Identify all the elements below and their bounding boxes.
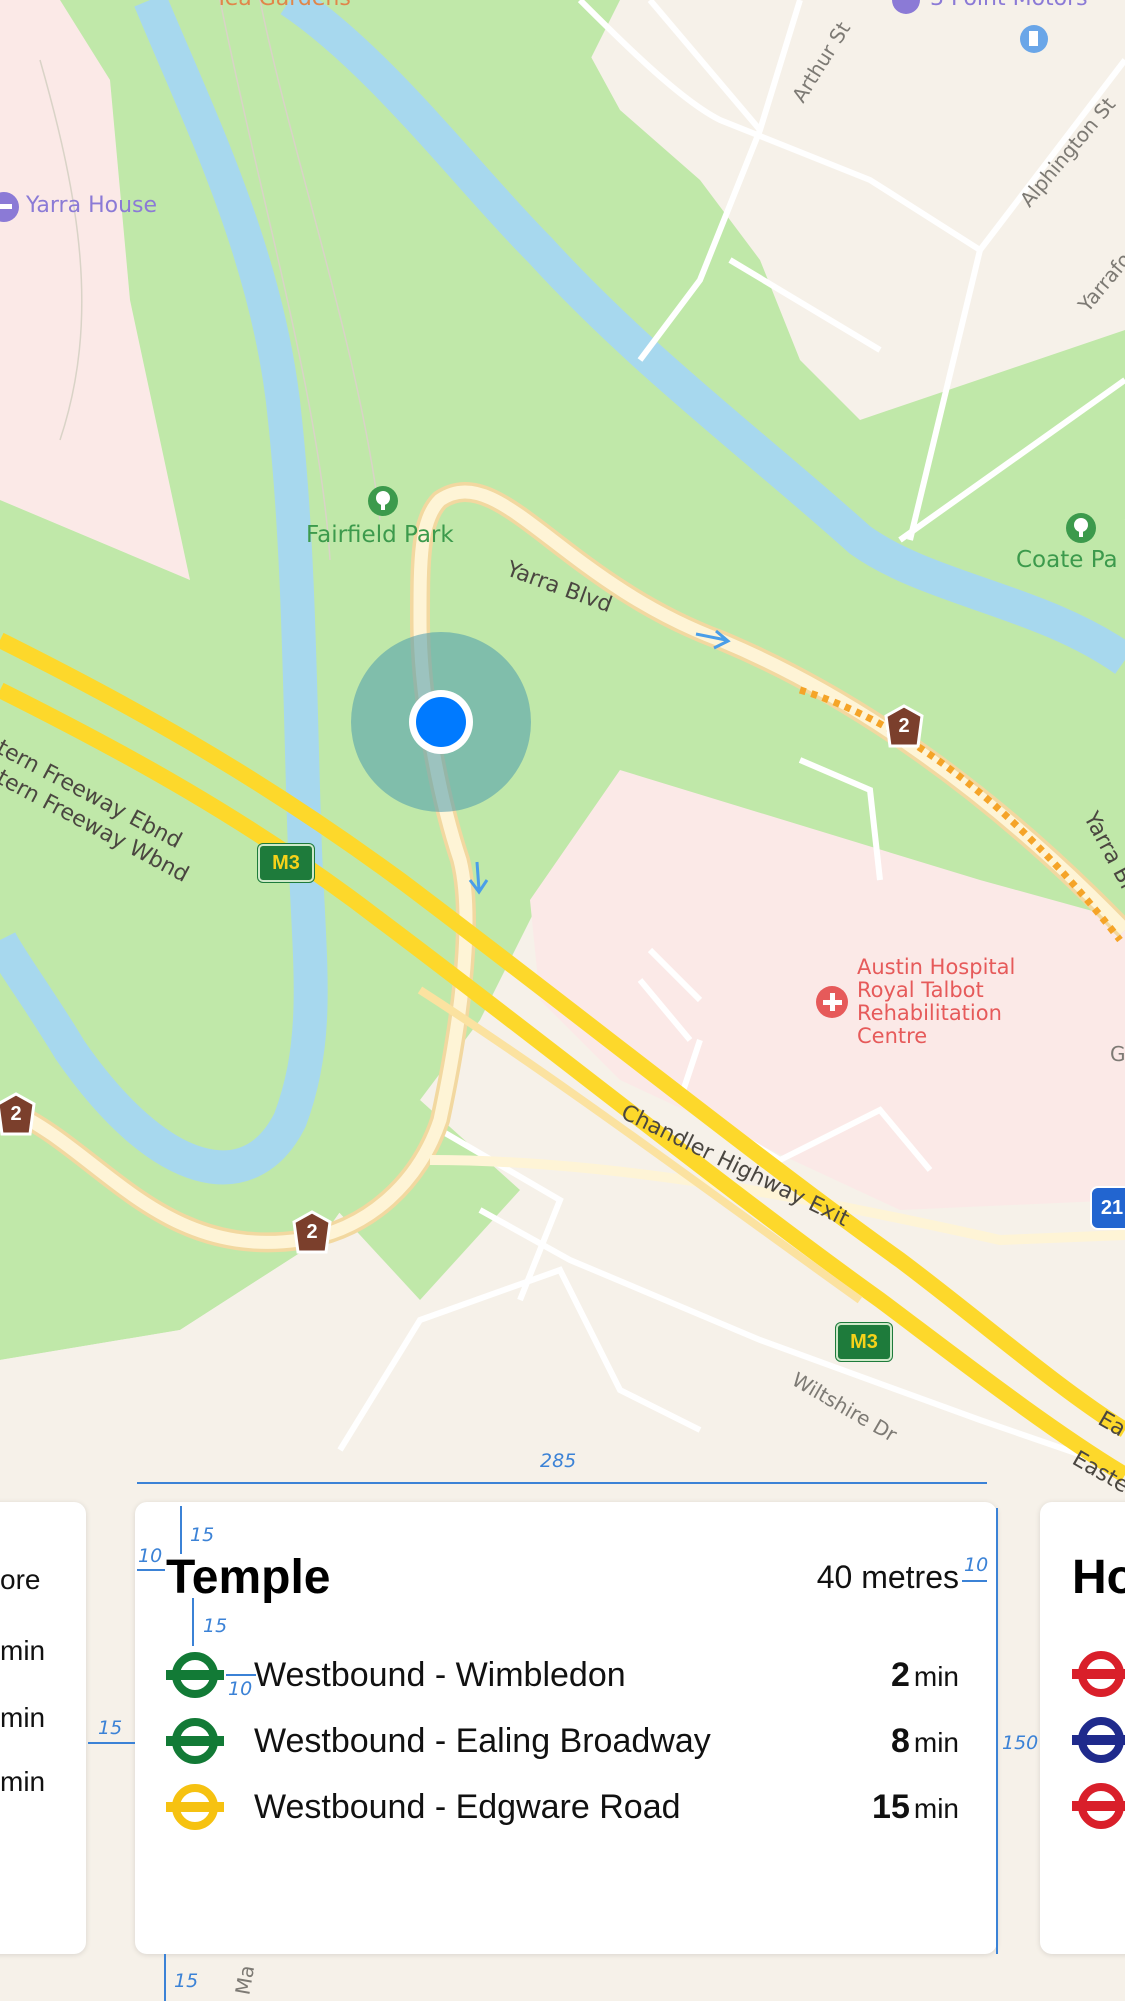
measure-label: 15 — [190, 1524, 215, 1546]
line-roundel-icon — [166, 1652, 224, 1698]
place-label-hospital[interactable]: Austin Hospital Royal Talbot Rehabilitat… — [857, 956, 1057, 1048]
station-distance: 40 metres — [816, 1559, 959, 1595]
line-roundel-icon — [1072, 1651, 1125, 1697]
departure-time: 15 min — [872, 1787, 959, 1826]
station-name: Ho — [1072, 1551, 1125, 1604]
measure-line — [226, 1674, 256, 1676]
road-shield-m3: M3 — [836, 1323, 892, 1361]
departure-row[interactable]: Westbound - Wimbledon 2 min — [166, 1650, 959, 1700]
measure-label-height: 150 — [1002, 1732, 1039, 1754]
station-card[interactable]: Temple 40 metres Westbound - Wimbledon 2… — [135, 1502, 997, 1954]
station-name: Temple — [166, 1551, 331, 1604]
fuel-icon — [1020, 25, 1048, 53]
departure-time: 8 min — [890, 1721, 959, 1760]
measure-line — [88, 1742, 135, 1744]
card-text: ore — [0, 1564, 41, 1595]
street-label-ma: Ma — [230, 1963, 260, 1997]
place-label-point-motors[interactable]: 3 Point Motors — [930, 0, 1088, 11]
card-text: min — [0, 1766, 46, 1797]
measure-line-width — [137, 1482, 987, 1484]
departure-time: 2 min — [890, 1655, 959, 1694]
measure-label: 10 — [138, 1545, 163, 1567]
line-roundel-icon — [166, 1718, 224, 1764]
park-icon — [368, 486, 398, 516]
departure-destination: Westbound - Ealing Broadway — [254, 1721, 711, 1760]
measure-label: 10 — [228, 1678, 253, 1700]
measure-line — [962, 1580, 987, 1582]
hospital-icon — [816, 986, 848, 1018]
road-shield-route-2: 2 — [0, 1092, 38, 1136]
measure-label: 15 — [203, 1615, 228, 1637]
measure-line — [137, 1569, 165, 1571]
measure-line — [180, 1506, 182, 1554]
departure-destination: Westbound - Edgware Road — [254, 1787, 681, 1826]
line-roundel-icon — [166, 1784, 224, 1830]
measure-line-height — [996, 1508, 998, 1954]
station-card-previous[interactable]: ore min min min — [0, 1502, 86, 1954]
street-label-g: G — [1110, 1042, 1125, 1066]
park-icon — [1066, 513, 1096, 543]
place-label-tea-gardens[interactable]: Tea Gardens — [215, 0, 351, 11]
measure-label: 15 — [98, 1717, 123, 1739]
card-text: min — [0, 1702, 46, 1733]
place-label-fairfield-park[interactable]: Fairfield Park — [306, 522, 454, 548]
location-dot — [416, 697, 466, 747]
measure-label-width: 285 — [540, 1450, 577, 1472]
road-shield-route-2: 2 — [290, 1210, 334, 1254]
road-shield-route-2: 2 — [882, 704, 926, 748]
departure-row[interactable]: Westbound - Ealing Broadway 8 min — [166, 1716, 959, 1766]
measure-line — [164, 1954, 166, 2001]
card-text: min — [0, 1635, 46, 1666]
measure-line — [192, 1598, 194, 1646]
place-label-yarra-house[interactable]: Yarra House — [26, 193, 157, 218]
place-label-coate-park[interactable]: Coate Pa — [1016, 547, 1118, 573]
measure-label: 10 — [964, 1554, 989, 1576]
station-card-next[interactable]: Ho — [1040, 1502, 1125, 1954]
departure-row[interactable]: Westbound - Edgware Road 15 min — [166, 1782, 959, 1832]
line-roundel-icon — [1072, 1783, 1125, 1829]
measure-label: 15 — [174, 1970, 199, 1992]
road-shield-route-21: 21 — [1090, 1186, 1125, 1230]
departure-destination: Westbound - Wimbledon — [254, 1655, 626, 1694]
road-shield-m3: M3 — [258, 844, 314, 882]
line-roundel-icon — [1072, 1717, 1125, 1763]
